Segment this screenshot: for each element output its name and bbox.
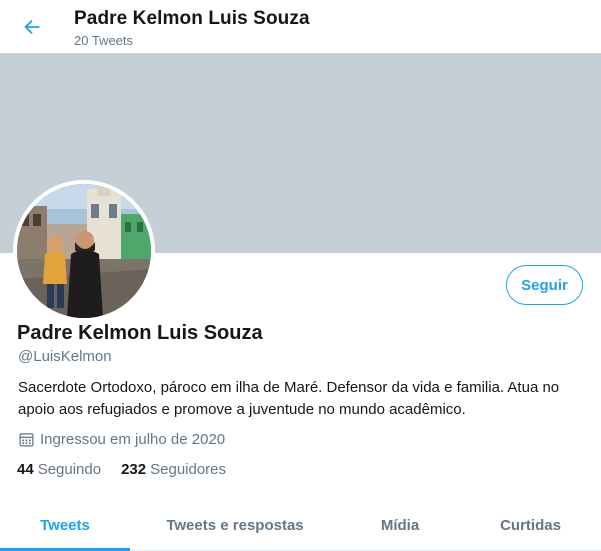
profile-bio: Sacerdote Ortodoxo, pároco em ilha de Ma… — [18, 379, 560, 418]
follow-button[interactable]: Seguir — [506, 265, 583, 305]
joined-label: Ingressou em julho de 2020 — [40, 430, 226, 448]
profile-name: Padre Kelmon Luis Souza — [17, 322, 263, 344]
followers-count: 232 — [121, 461, 147, 478]
following-link[interactable]: 44 Seguindo — [17, 461, 101, 478]
profile-header: Padre Kelmon Luis Souza 20 Tweets — [0, 0, 601, 53]
following-count: 44 — [17, 461, 34, 478]
arrow-left-icon — [24, 19, 40, 35]
avatar[interactable] — [13, 180, 155, 322]
back-button[interactable] — [14, 9, 50, 45]
joined-date: Ingressou em julho de 2020 — [18, 430, 225, 448]
header-tweet-count: 20 Tweets — [74, 33, 134, 48]
profile-tabs: Tweets Tweets e respostas Mídia Curtidas — [0, 500, 601, 551]
calendar-icon — [19, 432, 34, 447]
header-title: Padre Kelmon Luis Souza — [74, 8, 310, 29]
followers-link[interactable]: 232 Seguidores — [121, 461, 226, 478]
tab-media[interactable]: Mídia — [340, 500, 460, 550]
tab-tweets-and-replies[interactable]: Tweets e respostas — [130, 500, 340, 550]
avatar-photo — [17, 184, 151, 318]
tab-likes[interactable]: Curtidas — [460, 500, 601, 550]
followers-label: Seguidores — [150, 461, 227, 478]
following-label: Seguindo — [37, 461, 102, 478]
profile-handle: @LuisKelmon — [18, 348, 112, 365]
tab-tweets[interactable]: Tweets — [0, 500, 130, 551]
profile-stats: 44 Seguindo 232 Seguidores — [17, 461, 246, 478]
